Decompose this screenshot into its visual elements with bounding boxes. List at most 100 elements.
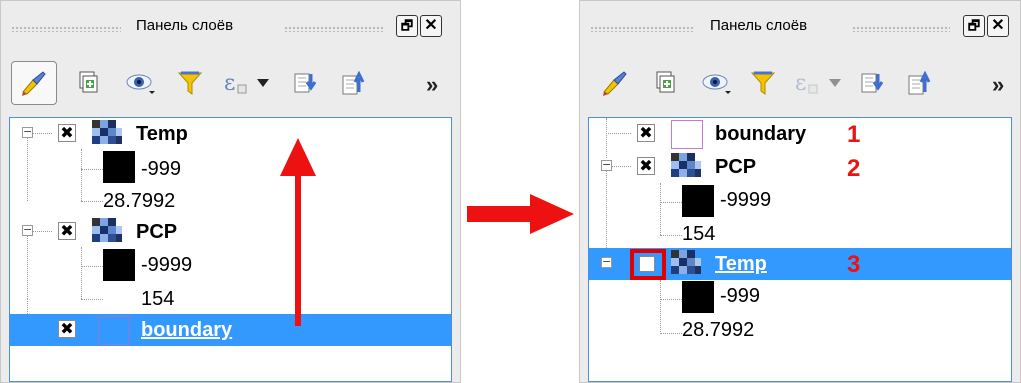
close-button[interactable]: ✕ (987, 15, 1009, 37)
add-group-icon (79, 71, 98, 93)
layer-name[interactable]: PCP (136, 221, 177, 244)
add-group-icon (656, 71, 675, 93)
visibility-eye-icon (702, 74, 731, 94)
expression-filter-icon: ε (795, 71, 818, 96)
visibility-checkbox[interactable]: ✖ (58, 320, 76, 338)
legend-value: 28.7992 (103, 190, 176, 212)
visibility-checkbox[interactable]: ✖ (58, 124, 76, 142)
expander-toggle[interactable]: − (22, 224, 33, 236)
legend-value: -9999 (141, 254, 193, 276)
layer-name[interactable]: Temp (715, 253, 767, 276)
filter-button[interactable] (740, 61, 786, 105)
expand-all-button[interactable] (850, 61, 896, 105)
visibility-checkbox[interactable]: ✖ (637, 157, 655, 175)
filter-button[interactable] (167, 61, 213, 105)
layer-row-temp[interactable]: − Temp 3 (589, 248, 1011, 280)
panel-title: Панель слоёв (710, 17, 808, 34)
annotation-number: 1 (847, 121, 861, 148)
svg-text:ε: ε (795, 71, 806, 96)
panel-title: Панель слоёв (136, 17, 234, 34)
layer-row-boundary[interactable]: ✖ boundary 1 (589, 118, 1011, 150)
panel-title-bar[interactable]: Панель слоёв 🗗 ✕ (1, 1, 460, 53)
title-grip[interactable] (284, 26, 384, 32)
visibility-checkbox[interactable]: ✖ (58, 222, 76, 240)
style-button[interactable] (592, 61, 638, 105)
collapse-all-button[interactable] (897, 61, 943, 105)
layers-toolbar: ε » (580, 53, 1020, 115)
layer-name[interactable]: PCP (715, 156, 756, 179)
filter-funnel-icon (750, 71, 776, 95)
collapse-all-button[interactable] (331, 61, 377, 105)
right-arrow (467, 194, 574, 234)
close-icon: ✕ (424, 17, 438, 34)
expander-toggle[interactable]: − (601, 159, 612, 171)
raster-layer-icon (92, 218, 122, 242)
legend-swatch-black (682, 281, 714, 313)
visibility-button[interactable] (694, 61, 740, 105)
legend-swatch-black (103, 249, 135, 281)
float-icon: 🗗 (400, 18, 414, 33)
expander-toggle[interactable]: − (601, 256, 612, 268)
layers-panel-after: Панель слоёв 🗗 ✕ ε » ✖ boundary 1 − ✖ PC… (579, 0, 1021, 383)
expression-filter-icon: ε (224, 71, 247, 96)
expander-toggle[interactable]: − (22, 126, 33, 138)
dropdown-arrow-icon (829, 79, 841, 87)
close-button[interactable]: ✕ (420, 15, 442, 37)
expand-all-icon (861, 73, 884, 93)
annotation-number: 2 (847, 155, 861, 182)
legend-value: -999 (141, 158, 182, 180)
collapse-all-icon (908, 70, 931, 95)
raster-layer-icon (671, 250, 701, 274)
expand-all-icon (294, 73, 317, 93)
panel-title-bar[interactable]: Панель слоёв 🗗 ✕ (580, 1, 1020, 53)
annotation-number: 3 (847, 251, 861, 278)
legend-value: 28.7992 (682, 319, 755, 341)
style-button[interactable] (11, 61, 57, 105)
toolbar-overflow-button[interactable]: » (992, 74, 1004, 96)
legend-swatch-black (682, 185, 714, 217)
raster-layer-icon (671, 153, 701, 177)
layer-name[interactable]: boundary (715, 123, 806, 146)
expand-all-button[interactable] (283, 61, 329, 105)
vector-layer-swatch (671, 120, 703, 149)
raster-layer-icon (92, 120, 122, 144)
layer-tree[interactable]: − ✖ Temp -999 28.7992 − ✖ PCP -9999 154 … (9, 117, 452, 382)
title-grip[interactable] (852, 26, 950, 32)
visibility-button[interactable] (118, 61, 164, 105)
style-brush-icon (603, 71, 627, 96)
add-group-button[interactable] (65, 61, 111, 105)
add-group-button[interactable] (642, 61, 688, 105)
vector-layer-swatch (98, 316, 130, 345)
layer-name[interactable]: boundary (141, 319, 232, 342)
svg-text:ε: ε (224, 71, 235, 96)
layer-name[interactable]: Temp (136, 123, 188, 146)
float-button[interactable]: 🗗 (396, 15, 418, 37)
visibility-checkbox[interactable]: ✖ (637, 124, 655, 142)
float-button[interactable]: 🗗 (963, 15, 985, 37)
filter-funnel-icon (177, 71, 203, 95)
legend-value: 154 (682, 223, 716, 245)
layer-row-temp[interactable]: − ✖ Temp (10, 118, 451, 150)
visibility-eye-icon (126, 74, 155, 94)
layer-tree[interactable]: ✖ boundary 1 − ✖ PCP 2 -9999 154 − Temp … (588, 117, 1012, 382)
close-icon: ✕ (991, 17, 1005, 34)
layer-row-pcp[interactable]: − ✖ PCP (10, 216, 451, 248)
legend-value: -999 (720, 285, 761, 307)
expression-dropdown[interactable] (823, 61, 847, 105)
legend-swatch-black (103, 151, 135, 183)
title-grip[interactable] (590, 26, 694, 32)
dropdown-arrow-icon (257, 79, 269, 87)
checkbox-highlight-box (630, 249, 666, 280)
layers-toolbar: ε » (1, 53, 460, 115)
toolbar-overflow-button[interactable]: » (426, 74, 438, 96)
legend-value: -9999 (720, 189, 772, 211)
expression-dropdown[interactable] (251, 61, 275, 105)
float-icon: 🗗 (967, 18, 981, 33)
style-brush-icon (22, 71, 46, 96)
layer-row-pcp[interactable]: − ✖ PCP 2 (589, 151, 1011, 183)
layers-panel-before: Панель слоёв 🗗 ✕ ε » − ✖ Temp -999 28.79… (0, 0, 461, 383)
legend-value: 154 (141, 288, 175, 310)
layer-row-boundary[interactable]: ✖ boundary (10, 314, 451, 346)
title-grip[interactable] (11, 26, 121, 32)
collapse-all-icon (342, 70, 365, 95)
